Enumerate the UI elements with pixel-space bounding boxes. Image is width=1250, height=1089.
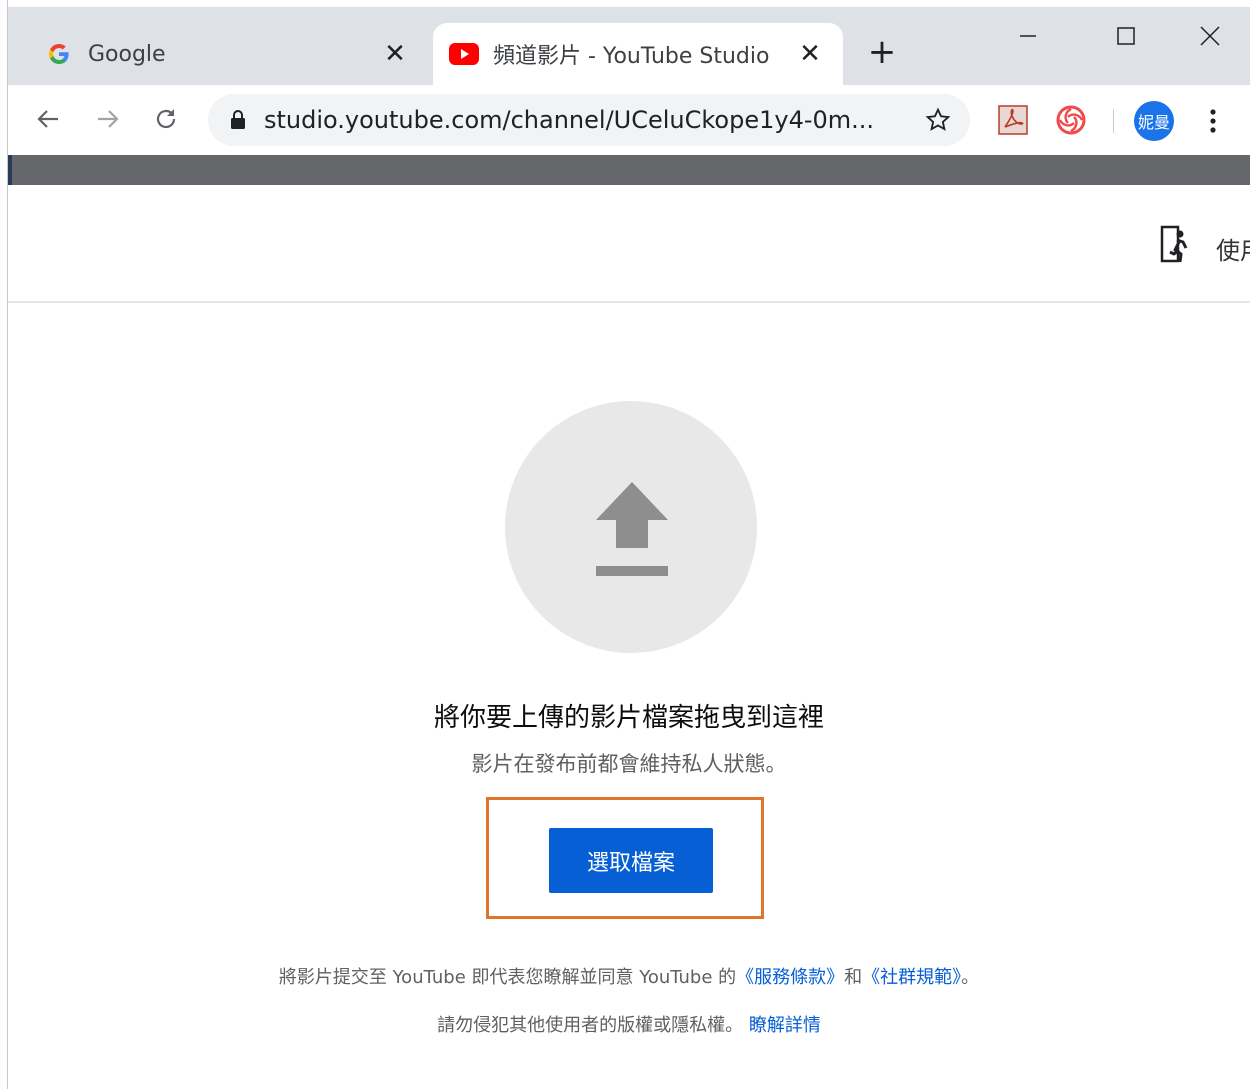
terms-prefix: 將影片提交至 YouTube 即代表您瞭解並同意 YouTube 的 xyxy=(278,967,737,988)
tab-youtube-studio[interactable]: 頻道影片 - YouTube Studio ✕ xyxy=(433,23,843,85)
close-tab-icon[interactable]: ✕ xyxy=(380,39,410,69)
toolbar-separator xyxy=(1113,109,1114,133)
minimize-button[interactable] xyxy=(1008,21,1048,51)
tab-google[interactable]: Google ✕ xyxy=(28,23,428,85)
back-button[interactable] xyxy=(28,99,68,139)
close-window-button[interactable] xyxy=(1190,21,1230,51)
upload-subtitle: 影片在發布前都會維持私人狀態。 xyxy=(471,752,787,776)
lock-icon xyxy=(230,110,246,130)
forward-button[interactable] xyxy=(88,99,128,139)
more-menu-icon[interactable] xyxy=(1198,103,1228,139)
url-text[interactable]: studio.youtube.com/channel/UCeluCkope1y4… xyxy=(264,106,918,134)
select-files-button[interactable]: 選取檔案 xyxy=(549,828,713,893)
browser-window: Google ✕ 頻道影片 - YouTube Studio ✕ + studi… xyxy=(8,7,1250,1089)
terms-of-service-link[interactable]: 《服務條款》 xyxy=(736,967,844,988)
terms-and: 和 xyxy=(844,967,863,988)
close-tab-icon[interactable]: ✕ xyxy=(795,39,825,69)
exit-label[interactable]: 使用 xyxy=(1216,231,1250,266)
address-bar[interactable]: studio.youtube.com/channel/UCeluCkope1y4… xyxy=(208,94,970,146)
desktop-left-strip xyxy=(0,0,8,1089)
new-tab-button[interactable]: + xyxy=(866,35,898,69)
page-overlay-band xyxy=(8,155,1250,185)
maximize-button[interactable] xyxy=(1106,21,1146,51)
upload-title: 將你要上傳的影片檔案拖曳到這裡 xyxy=(433,703,824,733)
tab-label: 頻道影片 - YouTube Studio xyxy=(493,44,770,69)
reload-button[interactable] xyxy=(146,99,186,139)
community-guidelines-link[interactable]: 《社群規範》 xyxy=(862,967,961,988)
desktop-top-strip xyxy=(0,0,1250,7)
exit-icon[interactable] xyxy=(1160,225,1196,265)
profile-avatar[interactable]: 妮曼 xyxy=(1134,101,1174,141)
copyright-text: 請勿侵犯其他使用者的版權或隱私權。 xyxy=(437,1015,744,1036)
google-g-icon xyxy=(44,39,74,69)
swirl-extension-icon[interactable] xyxy=(1054,103,1088,137)
youtube-icon xyxy=(449,39,479,69)
tab-strip: Google ✕ 頻道影片 - YouTube Studio ✕ + xyxy=(8,7,1250,85)
tab-label: Google xyxy=(88,41,166,67)
upload-dialog-header: 使用 xyxy=(8,185,1250,303)
copyright-notice: 請勿侵犯其他使用者的版權或隱私權。 瞭解詳情 xyxy=(8,1011,1250,1037)
learn-more-link[interactable]: 瞭解詳情 xyxy=(749,1015,821,1036)
terms-suffix: 。 xyxy=(961,967,980,988)
page-overlay-edge xyxy=(8,155,12,185)
bookmark-star-icon[interactable] xyxy=(918,100,958,140)
browser-toolbar: studio.youtube.com/channel/UCeluCkope1y4… xyxy=(8,85,1250,155)
terms-notice: 將影片提交至 YouTube 即代表您瞭解並同意 YouTube 的《服務條款》… xyxy=(8,963,1250,989)
upload-arrow-icon xyxy=(592,480,672,580)
pdf-extension-icon[interactable] xyxy=(996,103,1030,137)
